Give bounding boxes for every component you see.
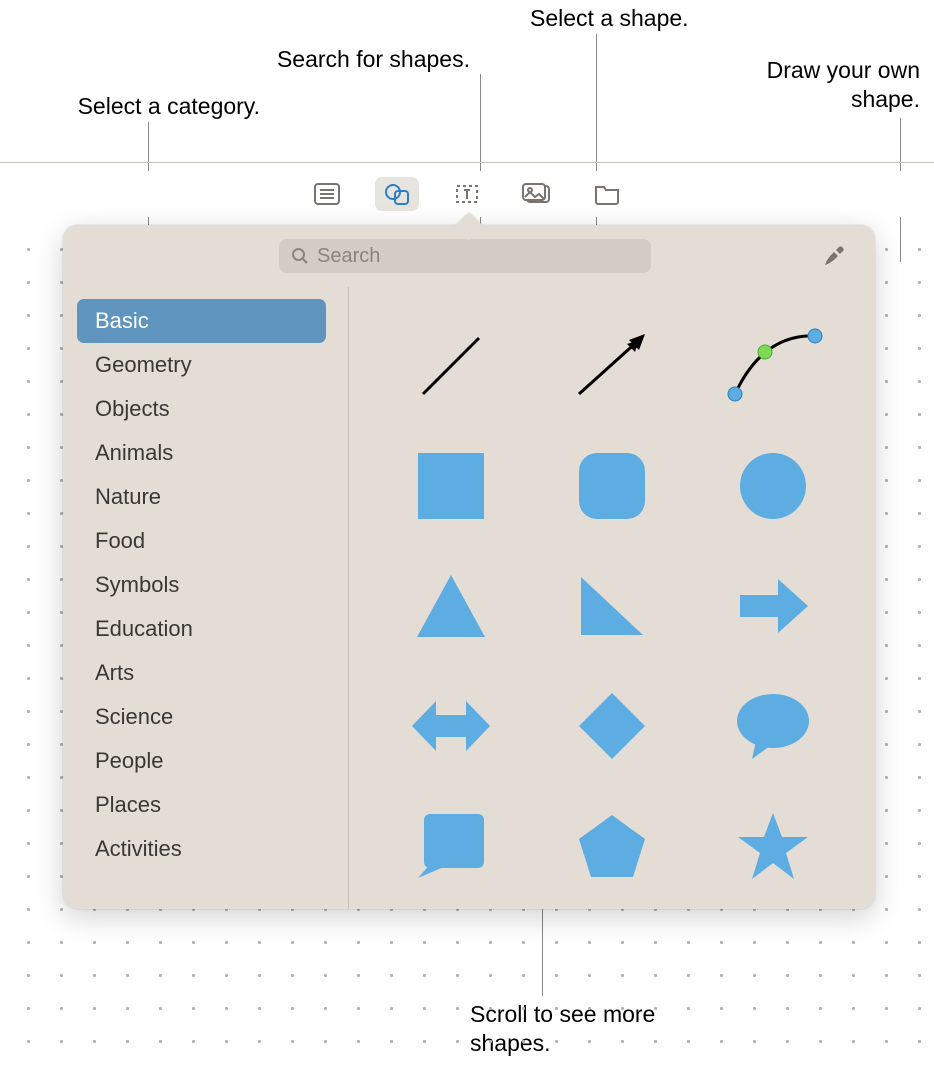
shape-square[interactable] xyxy=(381,429,522,543)
search-placeholder: Search xyxy=(317,245,380,268)
category-education[interactable]: Education xyxy=(77,607,326,651)
category-objects[interactable]: Objects xyxy=(77,387,326,431)
toolbar xyxy=(0,171,934,217)
category-activities[interactable]: Activities xyxy=(77,827,326,871)
shape-arrow-double[interactable] xyxy=(381,669,522,783)
callout-category: Select a category. xyxy=(40,92,260,121)
shape-arrow-right[interactable] xyxy=(702,549,843,663)
category-symbols[interactable]: Symbols xyxy=(77,563,326,607)
shape-curve[interactable] xyxy=(702,309,843,423)
shape-circle[interactable] xyxy=(702,429,843,543)
pen-icon xyxy=(822,244,846,268)
toolbar-list-icon[interactable] xyxy=(305,177,349,211)
category-people[interactable]: People xyxy=(77,739,326,783)
shape-pentagon[interactable] xyxy=(542,789,683,903)
shape-line[interactable] xyxy=(381,309,522,423)
toolbar-textbox-icon[interactable] xyxy=(445,177,489,211)
category-places[interactable]: Places xyxy=(77,783,326,827)
search-icon xyxy=(291,247,309,265)
callout-search: Search for shapes. xyxy=(230,45,470,74)
shape-arrow-line[interactable] xyxy=(542,309,683,423)
toolbar-shapes-icon[interactable] xyxy=(375,177,419,211)
toolbar-folder-icon[interactable] xyxy=(585,177,629,211)
shape-speech-bubble[interactable] xyxy=(702,669,843,783)
shape-right-triangle[interactable] xyxy=(542,549,683,663)
shape-rounded-square[interactable] xyxy=(542,429,683,543)
shape-triangle[interactable] xyxy=(381,549,522,663)
search-input[interactable]: Search xyxy=(279,239,651,273)
category-basic[interactable]: Basic xyxy=(77,299,326,343)
category-arts[interactable]: Arts xyxy=(77,651,326,695)
category-animals[interactable]: Animals xyxy=(77,431,326,475)
category-sidebar: Basic Geometry Objects Animals Nature Fo… xyxy=(63,287,349,909)
category-food[interactable]: Food xyxy=(77,519,326,563)
callout-select-shape: Select a shape. xyxy=(530,4,730,33)
category-science[interactable]: Science xyxy=(77,695,326,739)
category-nature[interactable]: Nature xyxy=(77,475,326,519)
toolbar-image-icon[interactable] xyxy=(515,177,559,211)
callout-draw: Draw your own shape. xyxy=(720,56,920,114)
shapes-grid[interactable] xyxy=(349,287,875,909)
draw-shape-button[interactable] xyxy=(817,239,851,273)
shape-callout-square[interactable] xyxy=(381,789,522,903)
shapes-popover: Search Basic Geometry Objects Animals Na… xyxy=(63,225,875,909)
category-geometry[interactable]: Geometry xyxy=(77,343,326,387)
shape-star[interactable] xyxy=(702,789,843,903)
shape-diamond[interactable] xyxy=(542,669,683,783)
